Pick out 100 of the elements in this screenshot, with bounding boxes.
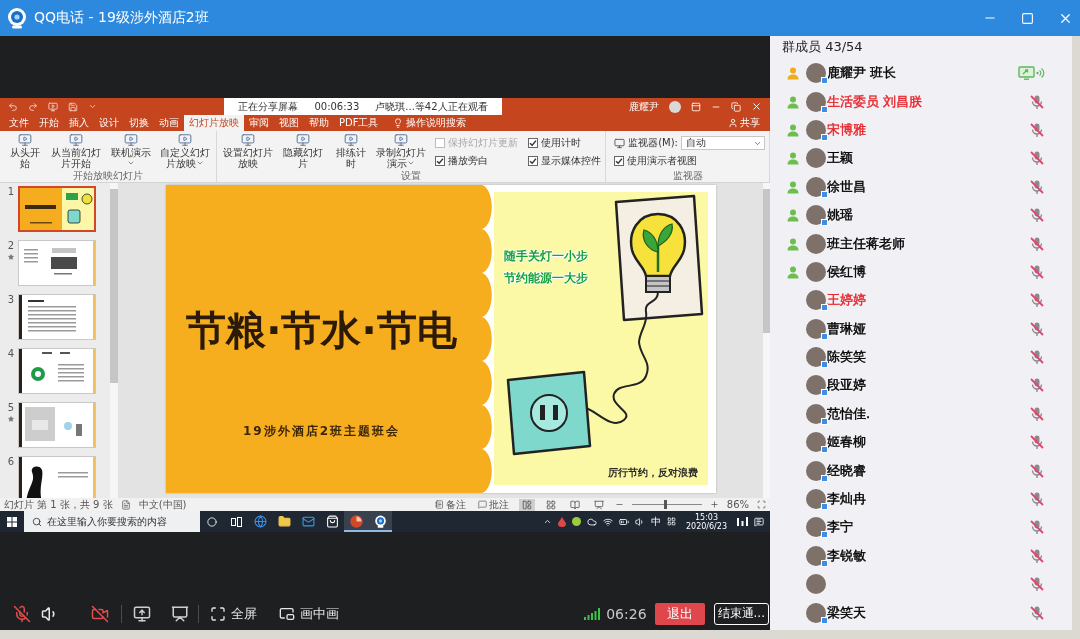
checkbox[interactable] <box>528 156 539 166</box>
language-indicator[interactable]: 中文(中国) <box>138 498 187 511</box>
picture-in-picture-icon <box>279 605 295 622</box>
mic-muted-icon[interactable] <box>13 604 31 623</box>
lightbulb-icon[interactable] <box>393 118 404 128</box>
comments-button[interactable]: 批注 <box>475 498 511 511</box>
taskbar-app-button[interactable] <box>344 511 368 532</box>
ribbon-tab[interactable]: 设计 <box>94 115 124 131</box>
ribbon-tab[interactable]: 幻灯片放映 <box>184 115 244 131</box>
ribbon-button[interactable]: 录制幻灯片演示 <box>374 133 429 169</box>
view-button[interactable] <box>518 498 535 511</box>
dropdown-field[interactable]: 自动 <box>681 136 765 150</box>
caret-icon[interactable] <box>196 159 205 167</box>
ribbon-button[interactable]: 排练计时 <box>330 133 372 169</box>
ribbon-button[interactable]: 联机演示 <box>105 133 156 169</box>
search-hint[interactable]: 操作说明搜索 <box>406 116 467 130</box>
slide-thumbnail[interactable] <box>18 294 96 340</box>
document-icon[interactable] <box>120 499 131 510</box>
input-method-indicator[interactable]: 中 <box>650 514 661 529</box>
redo-icon[interactable] <box>28 101 38 112</box>
ribbon-tab[interactable]: 视图 <box>274 115 304 131</box>
checkbox[interactable] <box>614 156 625 166</box>
share-timer: 00:06:33 <box>314 101 360 112</box>
grid-icon[interactable] <box>666 517 676 526</box>
taskbar-app-button[interactable] <box>368 511 392 532</box>
monitor-play-icon[interactable] <box>48 101 58 112</box>
account-name: 鹿耀尹 <box>629 99 659 114</box>
fullscreen-button[interactable]: 全屏 <box>210 604 257 623</box>
ribbon-tab[interactable]: 审阅 <box>244 115 274 131</box>
field-label: 监视器(M): <box>628 136 678 150</box>
member-name: 宋博雅 <box>827 120 866 139</box>
ribbon-tab[interactable]: 文件 <box>4 115 34 131</box>
slogan-text: 随手关灯一小步 <box>503 247 588 265</box>
share-screen-button[interactable] <box>133 604 151 623</box>
circle-icon <box>207 516 217 527</box>
search-field[interactable]: 在这里输入你要搜索的内容 <box>24 511 200 532</box>
comment-icon <box>477 500 487 509</box>
wifi-icon[interactable] <box>602 516 613 527</box>
avatar-placeholder <box>806 403 826 424</box>
caret-icon[interactable] <box>126 159 135 167</box>
speaker-icon[interactable] <box>634 516 645 527</box>
monitor-play-icon <box>17 133 32 147</box>
slide-thumbnail[interactable] <box>18 186 96 232</box>
member-name: 王婷婷 <box>827 291 866 310</box>
signal-icon <box>584 607 602 620</box>
ribbon-button[interactable]: 从当前幻灯片开始 <box>48 133 103 169</box>
ribbon-tab[interactable]: 帮助 <box>304 115 334 131</box>
book-icon <box>569 499 580 510</box>
bar-chart-icon[interactable] <box>737 517 748 526</box>
slide-thumbnail[interactable] <box>18 348 96 394</box>
member-name: 徐世昌 <box>827 177 866 196</box>
slider-thumb[interactable] <box>663 500 667 509</box>
checkbox[interactable] <box>528 138 539 148</box>
ribbon-button[interactable]: 从头开始 <box>4 133 46 169</box>
zoom-in-icon[interactable] <box>709 500 719 509</box>
ribbon-tab[interactable]: 开始 <box>34 115 64 131</box>
battery-icon[interactable] <box>618 516 629 527</box>
drop-icon[interactable] <box>557 516 566 527</box>
member-name: 曹琳娅 <box>827 319 866 338</box>
restore-icon[interactable] <box>731 101 741 112</box>
fit-to-window-icon[interactable] <box>757 500 766 509</box>
undo-icon[interactable] <box>8 101 18 112</box>
ribbon-tab[interactable]: 插入 <box>64 115 94 131</box>
chevron-up-icon[interactable] <box>542 517 552 526</box>
leave-button[interactable]: 退出 <box>654 602 705 625</box>
ribbon-button[interactable]: 隐藏幻灯片 <box>278 133 328 169</box>
avatar-placeholder <box>806 205 826 226</box>
caret-icon[interactable] <box>88 102 97 111</box>
slide-number: 2 <box>7 240 15 251</box>
ribbon-tab[interactable]: PDF工具 <box>334 115 384 131</box>
caret-icon[interactable] <box>407 159 416 167</box>
checkbox[interactable] <box>435 156 446 166</box>
slide-number: 6 <box>7 456 15 467</box>
monitor-play-icon <box>394 133 409 147</box>
close-icon[interactable] <box>751 101 762 112</box>
monitor-icon <box>614 137 626 149</box>
notification-icon[interactable] <box>754 516 764 527</box>
cloud-icon[interactable] <box>586 516 597 527</box>
slide-thumbnail[interactable] <box>18 240 96 286</box>
save-icon[interactable] <box>68 101 78 112</box>
avatar-placeholder <box>806 375 826 396</box>
ribbon-button[interactable]: 设置幻灯片放映 <box>221 133 276 169</box>
presentation-button[interactable] <box>171 604 189 623</box>
ribbon-display-icon[interactable] <box>691 101 701 112</box>
notes-button[interactable]: 备注 <box>432 498 468 511</box>
share-button[interactable]: 共享 <box>726 115 762 131</box>
camera-button[interactable] <box>91 604 109 623</box>
slide-number: 5 <box>7 402 15 413</box>
slide-thumbnail[interactable] <box>18 456 96 498</box>
slide-counter: 幻灯片 第 1 张，共 9 张 <box>4 498 113 511</box>
ribbon-tab[interactable]: 切换 <box>124 115 154 131</box>
ribbon-tab[interactable]: 动画 <box>154 115 184 131</box>
ribbon-button[interactable]: 自定义幻灯片放映 <box>158 133 213 169</box>
member-name: 梁笑天 <box>827 603 866 622</box>
circle-icon[interactable] <box>571 517 581 526</box>
member-name: 经晓睿 <box>827 461 866 480</box>
picture-in-picture-button[interactable]: 画中画 <box>279 604 339 623</box>
slide-thumbnail[interactable] <box>18 402 96 448</box>
end-call-button[interactable]: 结束通... <box>713 602 769 625</box>
maximize-icon[interactable] <box>1021 11 1034 25</box>
